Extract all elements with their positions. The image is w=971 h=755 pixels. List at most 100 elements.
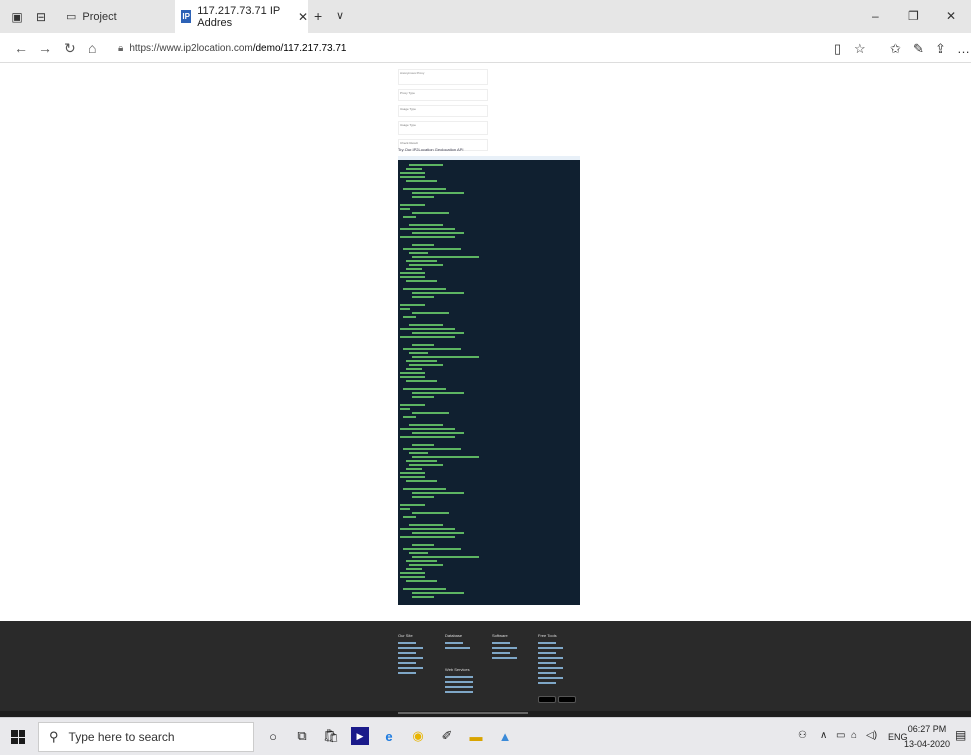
windows-start-icon[interactable] bbox=[11, 730, 25, 744]
code-line bbox=[406, 368, 422, 370]
footer-link[interactable] bbox=[538, 672, 556, 674]
chrome-icon[interactable]: ◉ bbox=[409, 727, 427, 745]
code-line bbox=[400, 304, 425, 306]
code-line bbox=[412, 512, 449, 514]
code-line bbox=[406, 480, 437, 482]
code-line bbox=[412, 556, 479, 558]
tab-active[interactable]: IP 117.217.73.71 IP Addres ✕ bbox=[175, 0, 308, 33]
forward-arrow-icon[interactable]: → bbox=[38, 40, 52, 56]
back-arrow-icon[interactable]: ← bbox=[14, 40, 28, 56]
code-line bbox=[403, 216, 416, 218]
url-field[interactable]: 🔒︎ https://www.ip2location.com/demo/117.… bbox=[118, 39, 848, 58]
tab-project[interactable]: ▭ Project bbox=[58, 0, 125, 33]
footer-link[interactable] bbox=[492, 657, 517, 659]
new-tab-button[interactable]: + bbox=[314, 8, 322, 24]
code-line bbox=[400, 408, 410, 410]
code-line bbox=[400, 476, 425, 478]
edge-icon[interactable]: e bbox=[380, 727, 398, 745]
copyright-text bbox=[398, 712, 528, 714]
form-row: Proxy Type bbox=[398, 89, 488, 101]
footer-link[interactable] bbox=[398, 642, 416, 644]
page-content: Anonymous Proxy Proxy Type Usage Type Us… bbox=[0, 63, 971, 621]
pen-icon[interactable]: ✎ bbox=[913, 41, 924, 57]
footer-link[interactable] bbox=[398, 667, 423, 669]
refresh-icon[interactable]: ↻ bbox=[64, 40, 76, 57]
notifications-icon[interactable]: ▤ bbox=[955, 728, 966, 742]
media-player-icon[interactable]: ▶ bbox=[351, 727, 369, 745]
taskbar-search[interactable]: ⚲ Type here to search bbox=[38, 722, 254, 752]
footer-link[interactable] bbox=[445, 676, 473, 678]
footer-link[interactable] bbox=[398, 647, 423, 649]
tab-actions-icon[interactable]: ▣ bbox=[10, 10, 24, 24]
code-line bbox=[409, 464, 443, 466]
footer-link[interactable] bbox=[538, 662, 556, 664]
code-line bbox=[403, 188, 446, 190]
code-line bbox=[400, 336, 455, 338]
footer-link[interactable] bbox=[398, 662, 416, 664]
code-line bbox=[400, 376, 425, 378]
code-line bbox=[409, 352, 428, 354]
file-explorer-icon[interactable]: ▬ bbox=[467, 727, 485, 745]
footer-link[interactable] bbox=[538, 677, 563, 679]
minimize-button[interactable]: – bbox=[872, 9, 879, 23]
code-line bbox=[400, 228, 455, 230]
footer-link[interactable] bbox=[492, 647, 517, 649]
footer-link[interactable] bbox=[538, 667, 563, 669]
maximize-button[interactable]: ❐ bbox=[908, 9, 919, 23]
footer-link[interactable] bbox=[398, 657, 423, 659]
footer-link[interactable] bbox=[398, 652, 416, 654]
code-line bbox=[406, 468, 422, 470]
tab-close-icon[interactable]: ✕ bbox=[298, 10, 308, 24]
cortana-icon[interactable]: ○ bbox=[264, 727, 282, 745]
footer-link[interactable] bbox=[445, 681, 473, 683]
code-line bbox=[403, 388, 446, 390]
photos-icon[interactable]: ▲ bbox=[496, 727, 514, 745]
code-line bbox=[412, 356, 479, 358]
store-icon[interactable]: 🛍︎ bbox=[322, 727, 340, 745]
google-play-badge[interactable] bbox=[558, 696, 576, 703]
more-icon[interactable]: … bbox=[957, 41, 970, 56]
task-view-icon[interactable]: ⧉ bbox=[293, 727, 311, 745]
code-line bbox=[412, 496, 434, 498]
code-line bbox=[403, 348, 461, 350]
clock[interactable]: 06:27 PM 13-04-2020 bbox=[904, 722, 950, 752]
volume-icon[interactable]: ◁) bbox=[866, 730, 877, 741]
footer-link[interactable] bbox=[538, 682, 556, 684]
footer-link[interactable] bbox=[538, 647, 563, 649]
battery-icon[interactable]: ▭ bbox=[836, 730, 845, 741]
footer-link[interactable] bbox=[445, 686, 473, 688]
code-line bbox=[400, 372, 425, 374]
footer-link[interactable] bbox=[492, 652, 510, 654]
footer-link[interactable] bbox=[445, 642, 463, 644]
code-line bbox=[412, 244, 434, 246]
url-path: /demo/117.217.73.71 bbox=[252, 43, 347, 54]
reading-view-icon[interactable]: ▯ bbox=[834, 41, 841, 57]
favorite-star-icon[interactable]: ☆ bbox=[854, 41, 866, 57]
footer-link[interactable] bbox=[445, 691, 473, 693]
footer-link[interactable] bbox=[398, 672, 416, 674]
footer-link[interactable] bbox=[538, 652, 556, 654]
tab-menu-chevron-icon[interactable]: ∨ bbox=[336, 9, 344, 22]
code-line bbox=[412, 592, 464, 594]
browser-tab-bar: ▣ ⊟ ▭ Project IP 117.217.73.71 IP Addres… bbox=[0, 0, 971, 33]
code-line bbox=[400, 428, 455, 430]
tabs-aside-icon[interactable]: ⊟ bbox=[34, 10, 48, 24]
code-line bbox=[412, 332, 464, 334]
close-window-button[interactable]: ✕ bbox=[946, 9, 956, 23]
pen-app-icon[interactable]: ✐ bbox=[438, 727, 456, 745]
footer-link[interactable] bbox=[538, 657, 563, 659]
favorites-hub-icon[interactable]: ✩ bbox=[890, 41, 901, 57]
app-store-badge[interactable] bbox=[538, 696, 556, 703]
people-icon[interactable]: ⚇ bbox=[798, 730, 807, 741]
network-icon[interactable]: ⌂ bbox=[851, 730, 857, 741]
footer-link[interactable] bbox=[445, 647, 470, 649]
home-icon[interactable]: ⌂ bbox=[88, 40, 96, 56]
show-hidden-icons-chevron-icon[interactable]: ∧ bbox=[820, 730, 827, 741]
share-icon[interactable]: ⇪ bbox=[935, 41, 946, 57]
footer-link[interactable] bbox=[538, 642, 556, 644]
code-line bbox=[403, 248, 461, 250]
footer-link[interactable] bbox=[492, 642, 510, 644]
code-line bbox=[400, 404, 425, 406]
clock-time: 06:27 PM bbox=[907, 724, 947, 734]
code-line bbox=[409, 524, 443, 526]
